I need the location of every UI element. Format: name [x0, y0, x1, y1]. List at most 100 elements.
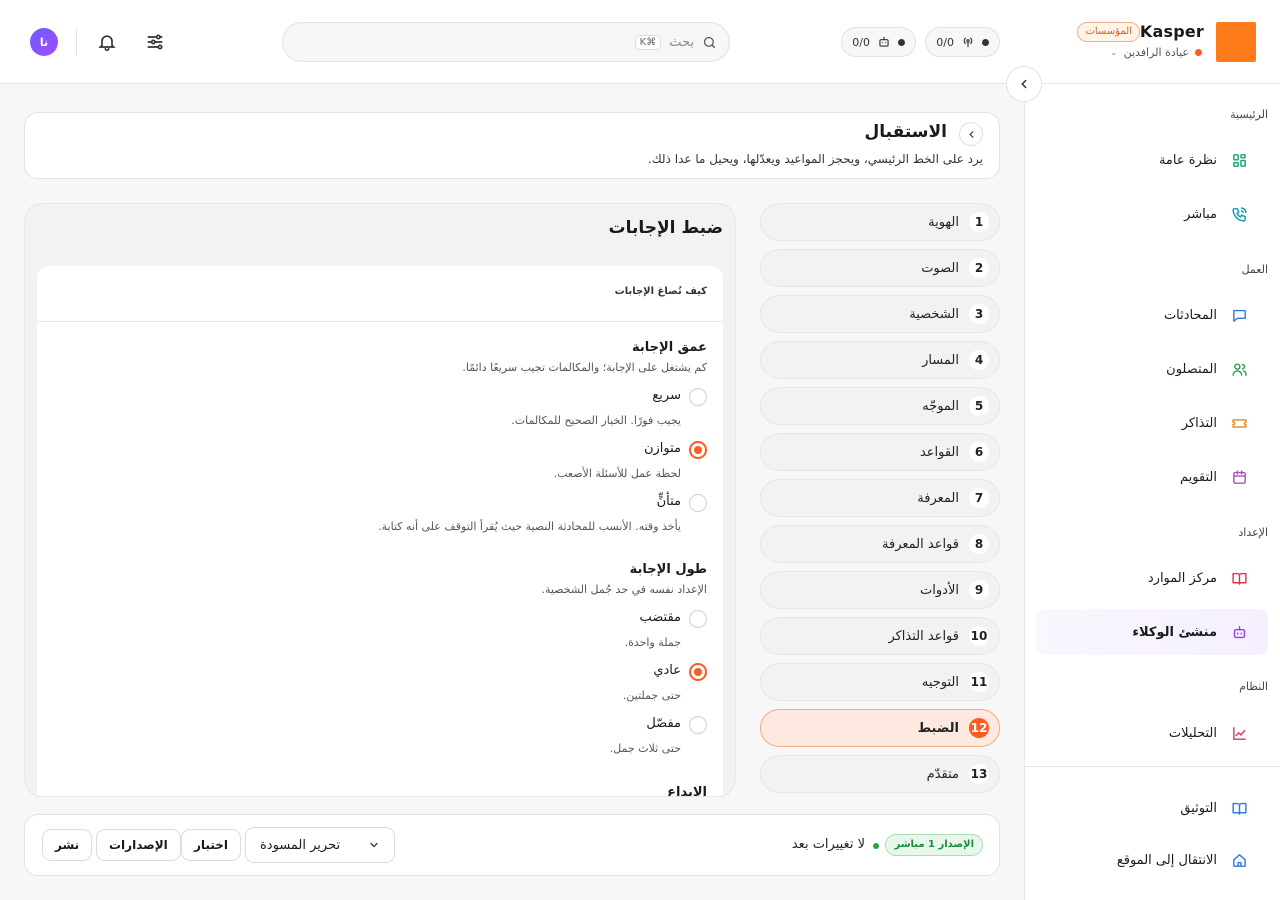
sidebar-section-title: الرئيسية	[1230, 108, 1268, 121]
search-icon	[703, 36, 716, 48]
agent-header: الاستقبال يرد على الخط الرئيسي، ويحجز ال…	[24, 112, 1000, 179]
sidebar-item-label: التقويم	[1179, 469, 1217, 485]
status-dot	[982, 38, 989, 46]
response-settings-card: كيف تُصاغ الإجابات عمق الإجابة كم يشتغل …	[37, 266, 723, 797]
step-knowledge[interactable]: 7 المعرفة	[760, 479, 1000, 517]
step-number: 9	[969, 580, 989, 600]
depth-fast-radio[interactable]	[689, 388, 707, 406]
version-badge: الإصدار 1 مباشر	[885, 834, 983, 856]
sidebar-item-callers[interactable]: المتصلون	[1036, 346, 1268, 392]
sidebar-item-label: التذاكر	[1181, 415, 1217, 431]
length-detailed-radio[interactable]	[689, 716, 707, 734]
sidebar-item-docs[interactable]: التوثيق	[1036, 785, 1268, 831]
sidebar-item-label: التحليلات	[1168, 725, 1217, 741]
step-label: الهوية	[928, 214, 959, 230]
calls-counter[interactable]: 0/0	[925, 27, 1000, 57]
avatar[interactable]: نا	[30, 28, 58, 56]
chevron-left-icon	[968, 130, 973, 138]
sidebar: الرئيسية نظرة عامة مباشر العمل المحادثات…	[1024, 84, 1280, 900]
phone-icon	[1232, 206, 1247, 222]
length-description: الإعداد نفسه في حد جُمل الشخصية.	[541, 583, 707, 596]
sidebar-item-tickets[interactable]: التذاكر	[1036, 400, 1268, 446]
sidebar-item-label: نظرة عامة	[1158, 152, 1217, 168]
length-brief-radio[interactable]	[689, 610, 707, 628]
sidebar-item-calendar[interactable]: التقويم	[1036, 454, 1268, 500]
chevron-down-icon: ⌄	[1110, 47, 1118, 58]
step-number: 8	[969, 534, 989, 554]
sidebar-item-agent-builder[interactable]: منشئ الوكلاء	[1036, 609, 1268, 655]
back-button[interactable]	[959, 122, 983, 146]
step-knowledge-bases[interactable]: 8 قواعد المعرفة	[760, 525, 1000, 563]
sidebar-item-label: منشئ الوكلاء	[1132, 624, 1217, 640]
step-identity[interactable]: 1 الهوية	[760, 203, 1000, 241]
step-number: 7	[969, 488, 989, 508]
search-input[interactable]: بحث ⌘K	[282, 22, 730, 62]
org-switcher[interactable]: عيادة الرافدين ⌄	[1110, 46, 1202, 59]
change-status: لا تغييرات بعد	[791, 837, 865, 852]
sidebar-item-analytics[interactable]: التحليلات	[1036, 710, 1268, 756]
brand-logo[interactable]	[1216, 22, 1256, 62]
step-ticket-rules[interactable]: 10 قواعد التذاكر	[760, 617, 1000, 655]
sidebar-item-conversations[interactable]: المحادثات	[1036, 292, 1268, 338]
publish-button[interactable]: نشر	[42, 829, 93, 861]
bots-counter[interactable]: 0/0	[841, 27, 916, 57]
depth-title: عمق الإجابة	[632, 340, 707, 355]
draft-select-value: تحرير المسودة	[260, 837, 341, 853]
sidebar-item-go-to-site[interactable]: الانتقال إلى الموقع	[1036, 837, 1268, 883]
length-brief-description: جملة واحدة.	[624, 636, 681, 649]
depth-deliberate-radio[interactable]	[689, 494, 707, 512]
step-flow[interactable]: 4 المسار	[760, 341, 1000, 379]
step-voice[interactable]: 2 الصوت	[760, 249, 1000, 287]
sidebar-item-live[interactable]: مباشر	[1036, 191, 1268, 237]
step-advanced[interactable]: 13 متقدّم	[760, 755, 1000, 793]
calls-counter-value: 0/0	[936, 35, 954, 49]
depth-deliberate-label: متأنٍّ	[656, 494, 681, 509]
tuning-panel: ضبط الإجابات كيف تُصاغ الإجابات عمق الإج…	[24, 203, 736, 797]
step-number: 1	[969, 212, 989, 232]
book-icon	[1232, 802, 1247, 815]
step-tuning[interactable]: 12 الضبط	[760, 709, 1000, 747]
chart-icon	[1233, 726, 1246, 740]
sidebar-item-resources[interactable]: مركز الموارد	[1036, 555, 1268, 601]
sidebar-collapse-button[interactable]	[1006, 66, 1042, 102]
card-heading: كيف تُصاغ الإجابات	[37, 266, 723, 322]
step-number: 3	[969, 304, 989, 324]
creativity-title: الإبداع	[667, 785, 707, 797]
test-button[interactable]: اختبار	[181, 829, 241, 861]
depth-balanced-radio[interactable]	[689, 441, 707, 459]
length-normal-radio[interactable]	[689, 663, 707, 681]
bot-icon	[879, 36, 889, 47]
grid-icon	[1233, 153, 1246, 167]
divider	[76, 28, 77, 56]
step-prompt[interactable]: 5 الموجّه	[760, 387, 1000, 425]
page-title: الاستقبال	[864, 122, 947, 142]
antenna-icon	[963, 37, 973, 48]
step-persona[interactable]: 3 الشخصية	[760, 295, 1000, 333]
length-normal-description: حتى جملتين.	[622, 689, 681, 702]
search-shortcut: ⌘K	[634, 34, 662, 50]
publish-bar: الإصدار 1 مباشر لا تغييرات بعد تحرير الم…	[24, 814, 1000, 876]
step-tools[interactable]: 9 الأدوات	[760, 571, 1000, 609]
book-icon	[1232, 572, 1247, 585]
sidebar-item-overview[interactable]: نظرة عامة	[1036, 137, 1268, 183]
step-number: 13	[969, 764, 989, 784]
divider	[1025, 766, 1280, 767]
versions-button[interactable]: الإصدارات	[96, 829, 181, 861]
panel-title: ضبط الإجابات	[608, 218, 723, 238]
step-label: المسار	[922, 352, 959, 368]
sidebar-item-label: المتصلون	[1166, 361, 1217, 377]
step-label: القواعد	[919, 444, 959, 460]
step-routing[interactable]: 11 التوجيه	[760, 663, 1000, 701]
bot-icon	[1233, 625, 1246, 638]
users-icon	[1232, 362, 1247, 376]
step-rules[interactable]: 6 القواعد	[760, 433, 1000, 471]
draft-select[interactable]: تحرير المسودة	[245, 827, 395, 863]
org-status-dot	[1195, 49, 1202, 56]
sidebar-item-label: مركز الموارد	[1147, 570, 1217, 586]
step-label: قواعد المعرفة	[882, 536, 959, 552]
filters-icon[interactable]	[143, 30, 167, 54]
bell-icon[interactable]	[95, 30, 119, 54]
calendar-icon	[1233, 469, 1246, 484]
sidebar-item-label: التوثيق	[1180, 800, 1217, 816]
plan-badge: المؤسسات	[1077, 22, 1140, 42]
